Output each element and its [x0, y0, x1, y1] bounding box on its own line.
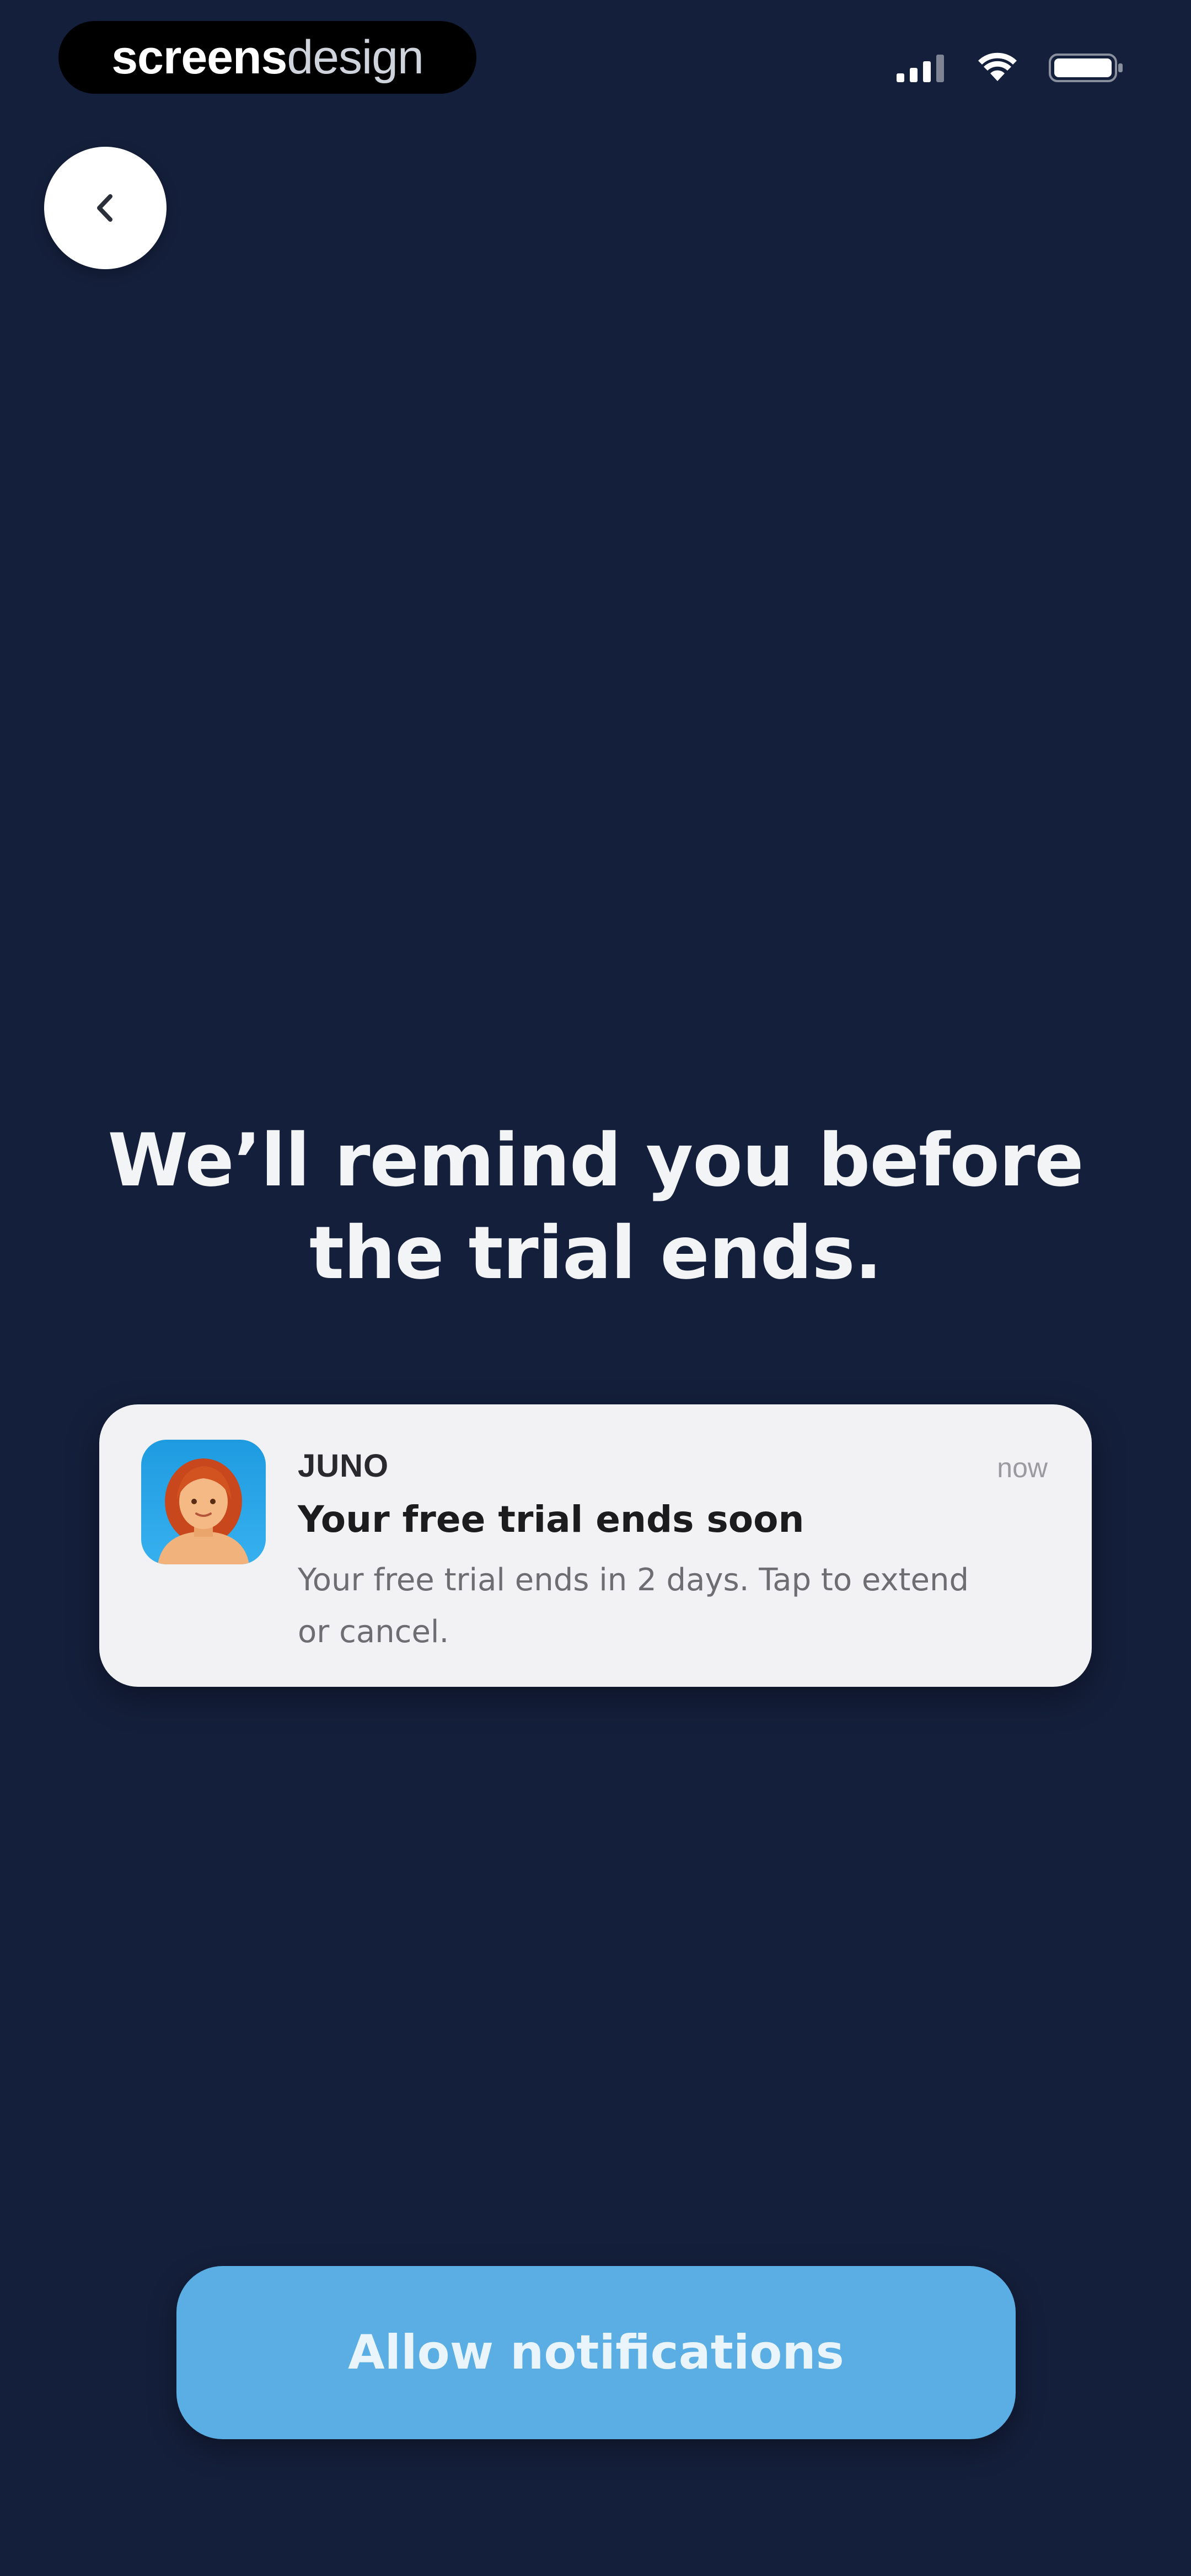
signal-icon — [897, 55, 944, 82]
back-button[interactable] — [44, 147, 167, 269]
watermark-part-bold: screens — [111, 30, 287, 84]
notification-preview-card: JUNO now Your free trial ends soon Your … — [99, 1404, 1092, 1687]
juno-app-icon — [141, 1440, 266, 1564]
allow-notifications-button[interactable]: Allow notifications — [176, 2266, 1016, 2439]
avatar-illustration-icon — [158, 1458, 249, 1564]
chevron-left-icon — [97, 194, 112, 222]
wifi-icon — [978, 52, 1017, 81]
notification-time: now — [997, 1452, 1048, 1483]
status-bar-icons — [895, 49, 1125, 87]
notification-body: Your free trial ends in 2 days. Tap to e… — [298, 1562, 969, 1650]
watermark-part-light: design — [287, 30, 423, 84]
battery-icon — [1049, 54, 1123, 82]
page-title: We’ll remind you before the trial ends. — [108, 1118, 1083, 1296]
watermark-logo: screens design — [58, 21, 476, 94]
notification-app-name: JUNO — [298, 1448, 389, 1484]
notification-title: Your free trial ends soon — [298, 1498, 804, 1541]
paywall-reminder-screen: screens design We’ll remind you before th… — [0, 0, 1191, 2576]
